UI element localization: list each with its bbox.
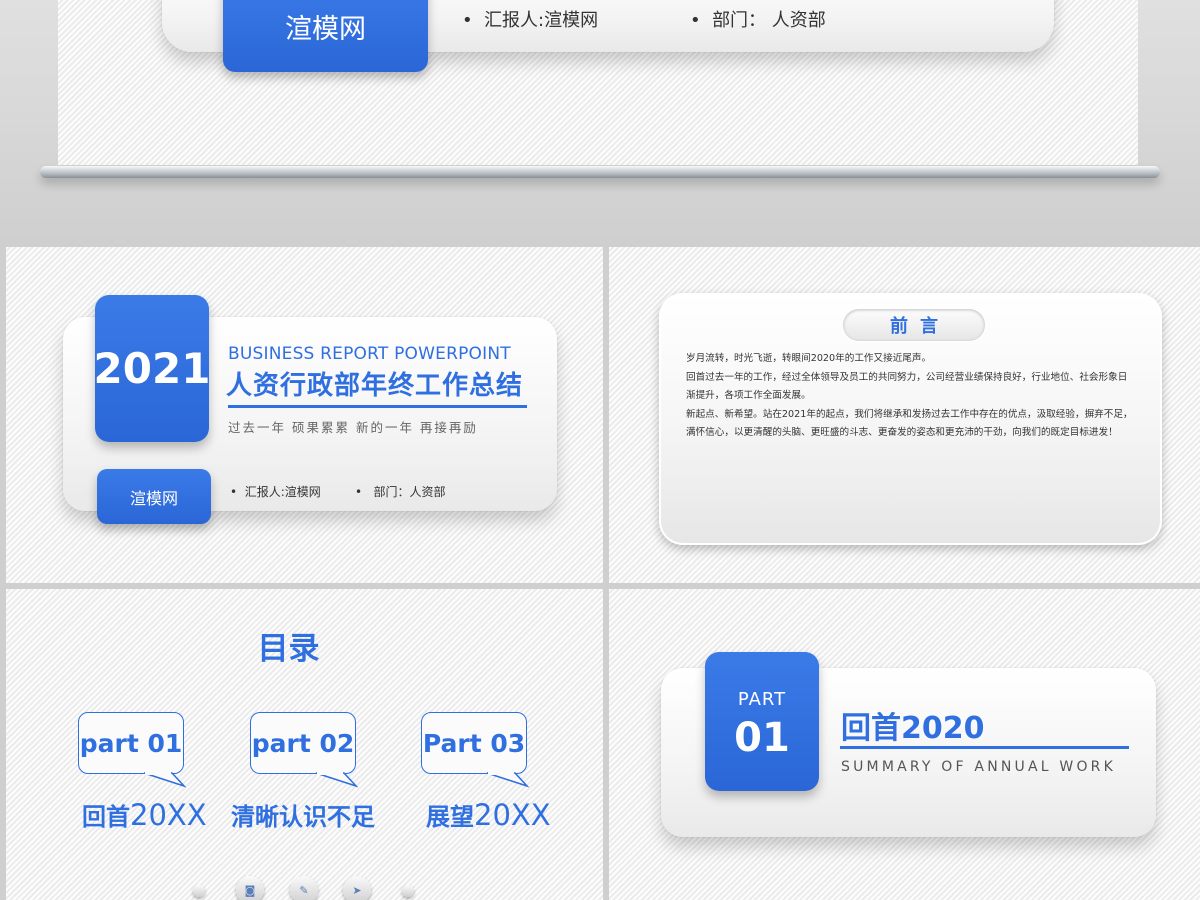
bubble-tail-icon: [143, 772, 186, 788]
title-underline: [228, 405, 527, 408]
part-bubble-1[interactable]: part 01: [78, 712, 184, 774]
hero-brand-label: 渲模网: [285, 14, 366, 45]
hero-department: • 部门： 人资部: [690, 10, 826, 31]
section-underline: [840, 746, 1129, 749]
camera-icon[interactable]: ◙: [236, 876, 264, 900]
preface-body: 岁月流转，时光飞逝，转眼间2020年的工作又接近尾声。 回首过去一年的工作，经过…: [686, 350, 1134, 443]
year-badge: 2021: [94, 295, 210, 442]
slide-thumbnail-contents[interactable]: 目录 part 01 part 02 Part 03 回首20XX 清晰认识不足…: [6, 589, 603, 900]
contents-label-2: 清晰认识不足: [231, 803, 375, 831]
motto-text: 过去一年 硕果累累 新的一年 再接再励: [228, 420, 478, 435]
preface-title-badge: 前言: [843, 309, 985, 341]
part-label: PART: [737, 689, 787, 710]
screen-stand-bar: [40, 166, 1160, 178]
preface-paragraph: 岁月流转，时光飞逝，转眼间2020年的工作又接近尾声。: [686, 353, 932, 364]
nav-dot[interactable]: [402, 885, 414, 897]
contents-label-3: 展望20XX: [426, 798, 551, 832]
slide-thumbnail-part01[interactable]: PART 01 回首2020 SUMMARY OF ANNUAL WORK: [609, 589, 1200, 900]
title-cn: 人资行政部年终工作总结: [226, 371, 524, 401]
part-bubble-3[interactable]: Part 03: [421, 712, 527, 774]
brand-label: 渲模网: [129, 488, 178, 508]
section-heading: 回首2020: [841, 711, 985, 746]
nav-dot[interactable]: [193, 885, 205, 897]
part-bubble-2[interactable]: part 02: [250, 712, 356, 774]
bubble-tail-icon: [486, 772, 529, 788]
part-number: 01: [734, 715, 790, 761]
slide-thumbnail-cover[interactable]: 2021 BUSINESS REPORT POWERPOINT 人资行政部年终工…: [6, 247, 603, 583]
slide-thumbnail-preface[interactable]: 前言 岁月流转，时光飞逝，转眼间2020年的工作又接近尾声。 回首过去一年的工作…: [609, 247, 1200, 583]
send-icon[interactable]: ➤: [343, 876, 371, 900]
hero-brand-button[interactable]: 渲模网: [223, 0, 428, 72]
wrench-icon[interactable]: ✎: [290, 876, 318, 900]
brand-button[interactable]: 渲模网: [97, 469, 211, 524]
bubble-tail-icon: [315, 772, 358, 788]
section-subheading: SUMMARY OF ANNUAL WORK: [841, 759, 1116, 775]
department-text: • 部门：人资部: [355, 485, 446, 499]
subtitle-en: BUSINESS REPORT POWERPOINT: [228, 344, 511, 364]
hero-reporter: • 汇报人:渲模网: [462, 10, 599, 31]
contents-label-1: 回首20XX: [82, 798, 207, 832]
reporter-text: • 汇报人:渲模网: [230, 485, 321, 499]
contents-title: 目录: [257, 631, 320, 667]
preface-paragraph: 新起点、新希望。站在2021年的起点，我们将继承和发扬过去工作中存在的优点，汲取…: [686, 408, 1133, 439]
hero-slide-preview: 渲模网 • 汇报人:渲模网 • 部门： 人资部: [0, 0, 1200, 243]
preface-paragraph: 回首过去一年的工作，经过全体领导及员工的共同努力，公司经营业绩保持良好，行业地位…: [686, 371, 1128, 402]
